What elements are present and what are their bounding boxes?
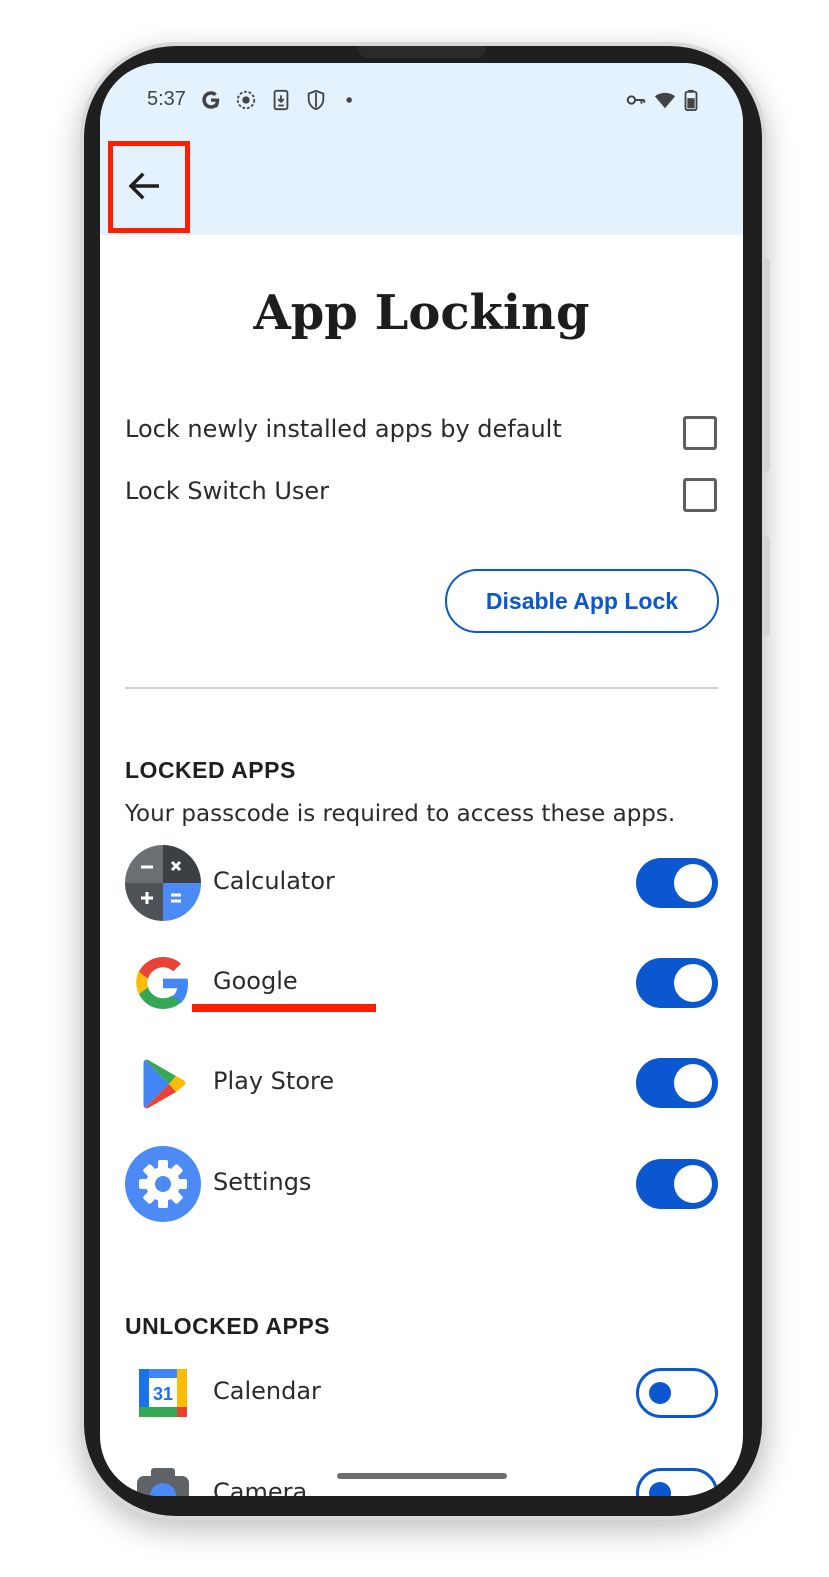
unlocked-apps-heading: UNLOCKED APPS (125, 1313, 330, 1339)
toggle-calculator[interactable] (636, 858, 718, 908)
page-title: App Locking (253, 285, 590, 341)
lock-new-apps-checkbox[interactable] (683, 416, 717, 450)
toggle-calendar[interactable] (636, 1368, 718, 1418)
toggle-play-store[interactable] (636, 1058, 718, 1108)
speaker-notch (358, 46, 486, 58)
locked-apps-description: Your passcode is required to access thes… (125, 801, 676, 827)
toggle-knob (674, 1064, 712, 1102)
screen-record-icon (236, 90, 256, 110)
app-name-calendar: Calendar (213, 1377, 321, 1405)
app-name-settings: Settings (213, 1168, 312, 1196)
screen: 5:37 App Locking Lock newly installed ap… (100, 63, 743, 1496)
toggle-google[interactable] (636, 958, 718, 1008)
toggle-knob (674, 964, 712, 1002)
play-store-icon (143, 1059, 186, 1109)
wifi-icon (654, 92, 676, 109)
download-icon (273, 89, 289, 111)
calendar-icon-day: 31 (153, 1384, 173, 1404)
app-name-google: Google (213, 967, 298, 995)
status-bar: 5:37 (100, 63, 743, 235)
calendar-icon: 31 (139, 1369, 187, 1417)
back-button[interactable] (124, 165, 166, 207)
vpn-key-icon (626, 95, 646, 105)
option-label-lock-new-apps: Lock newly installed apps by default (125, 415, 562, 443)
disable-app-lock-button[interactable]: Disable App Lock (445, 569, 719, 633)
toggle-camera[interactable] (636, 1468, 718, 1496)
calculator-icon (125, 845, 201, 921)
divider (125, 687, 718, 689)
lock-switch-user-checkbox[interactable] (683, 478, 717, 512)
settings-icon (125, 1146, 201, 1222)
annotation-underline (192, 1004, 376, 1012)
volume-button (762, 258, 770, 472)
toggle-knob (649, 1482, 671, 1496)
app-name-play-store: Play Store (213, 1067, 335, 1095)
dot-icon (346, 97, 352, 103)
battery-icon (684, 89, 698, 111)
google-icon (136, 957, 188, 1009)
toggle-settings[interactable] (636, 1159, 718, 1209)
app-name-camera: Camera (213, 1478, 308, 1496)
power-button (762, 536, 770, 636)
arrow-back-icon (128, 172, 159, 200)
toggle-knob (649, 1382, 671, 1404)
camera-icon (137, 1468, 189, 1496)
toggle-knob (674, 864, 712, 902)
google-status-icon (202, 91, 220, 109)
option-label-lock-switch-user: Lock Switch User (125, 477, 330, 505)
toggle-knob (674, 1165, 712, 1203)
shield-icon (307, 89, 325, 111)
app-name-calculator: Calculator (213, 867, 335, 895)
home-indicator[interactable] (337, 1473, 507, 1479)
locked-apps-heading: LOCKED APPS (125, 757, 296, 783)
status-time: 5:37 (147, 88, 186, 110)
